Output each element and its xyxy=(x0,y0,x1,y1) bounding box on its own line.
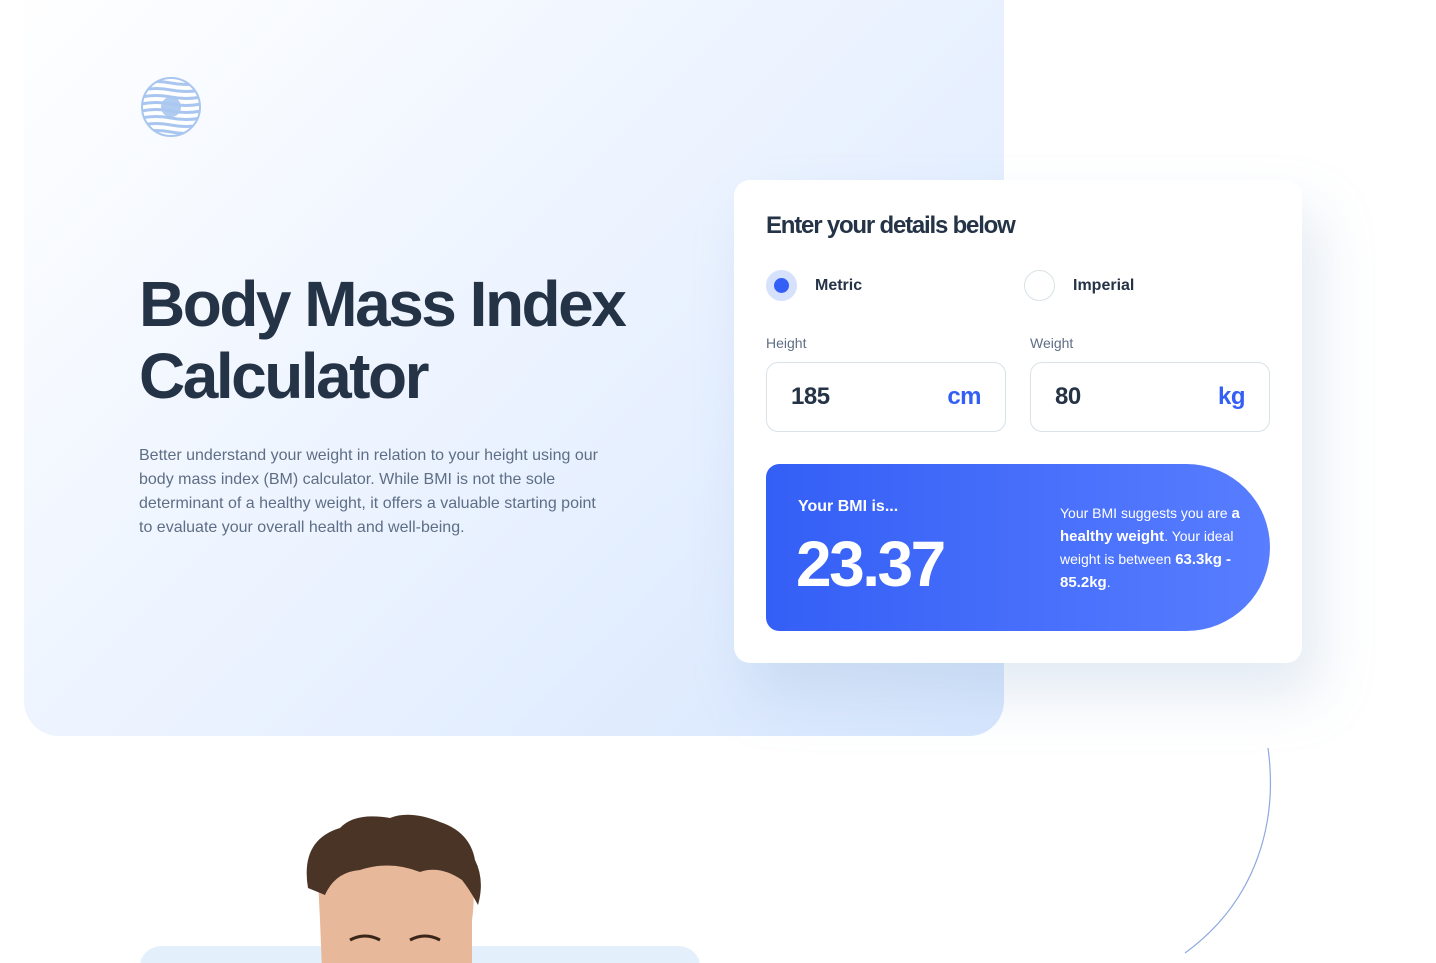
bmi-result-label: Your BMI is... xyxy=(798,498,899,515)
height-input[interactable]: 185 cm xyxy=(766,362,1006,432)
metric-radio[interactable]: Metric xyxy=(766,270,862,301)
page: Body Mass Index Calculator Better unders… xyxy=(0,0,1436,963)
result-text-prefix: Your BMI suggests you are xyxy=(1060,505,1232,521)
bmi-result-value: 23.37 xyxy=(796,528,946,600)
hero-description: Better understand your weight in relatio… xyxy=(139,447,598,536)
imperial-label: Imperial xyxy=(1073,276,1135,294)
logo-icon[interactable] xyxy=(141,77,201,137)
weight-input[interactable]: 80 kg xyxy=(1030,362,1270,432)
metric-radio-button[interactable] xyxy=(766,270,797,301)
page-title: Body Mass Index Calculator xyxy=(139,268,627,412)
weight-value[interactable]: 80 xyxy=(1055,383,1081,411)
height-label: Height xyxy=(766,335,807,351)
weight-label: Weight xyxy=(1030,335,1074,351)
imperial-radio[interactable]: Imperial xyxy=(1024,270,1134,301)
bmi-calculator-card: Enter your details below Metric Imperial… xyxy=(734,180,1302,663)
person-photo xyxy=(140,814,700,963)
calculator-title: Enter your details below xyxy=(766,212,1016,239)
result-text-suffix: . xyxy=(1106,574,1111,590)
bmi-result-panel: Your BMI is... 23.37 Your BMI suggests y… xyxy=(766,464,1270,631)
imperial-radio-button[interactable] xyxy=(1024,270,1055,301)
decorative-curve-line xyxy=(1184,747,1271,954)
bmi-result-description: Your BMI suggests you are a healthy weig… xyxy=(1060,502,1250,594)
weight-unit: kg xyxy=(1217,383,1246,410)
radio-selected-dot xyxy=(774,278,789,293)
height-unit: cm xyxy=(947,383,981,410)
metric-label: Metric xyxy=(815,276,863,294)
height-value[interactable]: 185 xyxy=(791,383,830,411)
